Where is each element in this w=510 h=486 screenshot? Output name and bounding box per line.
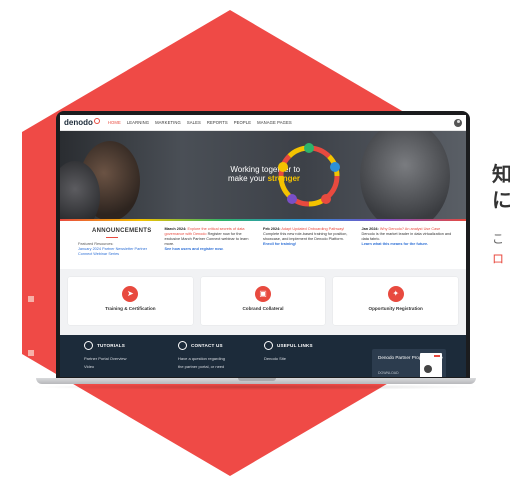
card-label: Training & Certification <box>105 306 156 311</box>
program-guide-card[interactable]: Denodo Partner Program Guide DOWNLOAD <box>372 349 446 377</box>
decor-square <box>28 350 34 356</box>
nav-item-reports[interactable]: REPORTS <box>207 120 228 125</box>
announcement-date: March 2024: <box>164 227 187 231</box>
card-label: Opportunity Registration <box>368 306 423 311</box>
laptop-screen: denodo HOME LEARNING MARKETING SALES REP… <box>60 115 466 377</box>
guide-cover-image <box>420 353 442 377</box>
announcements-title: ANNOUNCEMENTS <box>92 228 152 234</box>
footer-link[interactable]: Partner Portal Overview <box>84 356 126 361</box>
footer-useful-links: USEFUL LINKS Denodo Site <box>264 341 313 361</box>
laptop-shadow <box>30 384 482 390</box>
briefcase-icon: ▣ <box>255 286 271 302</box>
play-icon <box>84 341 93 350</box>
footer-link[interactable]: Video <box>84 364 126 369</box>
announcement-headline[interactable]: Why Denodo? An analyst Use Case <box>380 227 440 231</box>
people-circle-graphic <box>278 143 340 207</box>
featured-link[interactable]: January 2024 Partner Newsletter Partner … <box>78 247 159 257</box>
announcement-item: Feb 2024: Adapt Updated Onboarding Pathw… <box>263 227 362 269</box>
footer-text: Have a question regarding <box>178 356 225 361</box>
footer-tutorials: TUTORIALS Partner Portal Overview Video <box>84 341 126 369</box>
hero-color-bar <box>60 219 466 221</box>
announcements-section: ANNOUNCEMENTS Featured Resources: Januar… <box>60 221 466 269</box>
logo-text: denodo <box>64 118 93 127</box>
nav-item-people[interactable]: PEOPLE <box>234 120 251 125</box>
announcement-body: Denodo is the market leader in data virt… <box>361 232 452 241</box>
nav-item-sales[interactable]: SALES <box>187 120 201 125</box>
announcement-link[interactable]: Learn what this means for the future. <box>362 242 455 247</box>
footer-heading: USEFUL LINKS <box>277 343 313 348</box>
decor-square <box>28 296 34 302</box>
hero-banner: Working together to make your stronger <box>60 131 466 221</box>
logo-mark-icon <box>93 117 100 124</box>
guide-download-link[interactable]: DOWNLOAD <box>378 371 399 375</box>
footer-contact: CONTACT US Have a question regarding the… <box>178 341 225 369</box>
headset-icon <box>178 341 187 350</box>
stage: 知 に こ ロ denodo HOME LEARNING MARKETING S… <box>0 0 510 486</box>
footer-heading: TUTORIALS <box>97 343 126 348</box>
card-training-certification[interactable]: ➤ Training & Certification <box>68 277 193 325</box>
nav-item-marketing[interactable]: MARKETING <box>155 120 181 125</box>
card-opportunity-registration[interactable]: ✦ Opportunity Registration <box>333 277 459 325</box>
announcement-link[interactable]: See how users and register now. <box>165 247 258 252</box>
footer-link[interactable]: Denodo Site <box>264 356 313 361</box>
side-subtitle: こ <box>492 232 505 246</box>
user-icon[interactable] <box>454 118 462 127</box>
denodo-logo[interactable]: denodo <box>64 117 100 127</box>
announcement-date: Feb 2024: <box>263 227 281 231</box>
nav-item-home[interactable]: HOME <box>108 120 121 125</box>
footer-heading: CONTACT US <box>191 343 223 348</box>
hero-photo-person <box>360 131 450 221</box>
announcements-intro: ANNOUNCEMENTS Featured Resources: Januar… <box>66 227 165 269</box>
nav-item-manage-pages[interactable]: MANAGE PAGES <box>257 120 292 125</box>
announcement-item: March 2024: Explore the critical secrets… <box>165 227 264 269</box>
announcement-item: Jan 2024: Why Denodo? An analyst Use Cas… <box>362 227 461 269</box>
side-link[interactable]: ロ <box>492 250 504 267</box>
announcement-body: Complete this new role-based training fo… <box>263 232 348 241</box>
laptop-notch <box>238 378 276 381</box>
rocket-icon: ➤ <box>122 286 139 302</box>
announcements-divider <box>106 237 118 238</box>
nav-item-learning[interactable]: LEARNING <box>127 120 149 125</box>
side-title: 知 に <box>492 164 510 212</box>
announcement-headline[interactable]: Adapt Updated Onboarding Pathway! <box>281 227 344 231</box>
announcement-date: Jan 2024: <box>361 227 379 231</box>
card-cobrand-collateral[interactable]: ▣ Cobrand Collateral <box>200 277 326 325</box>
card-label: Cobrand Collateral <box>242 306 284 311</box>
footer: TUTORIALS Partner Portal Overview Video … <box>60 335 466 377</box>
globe-icon <box>264 341 273 350</box>
top-nav: denodo HOME LEARNING MARKETING SALES REP… <box>60 115 466 131</box>
announcement-link[interactable]: Enroll for training! <box>263 242 356 247</box>
footer-text: the partner portal, or need <box>178 364 225 369</box>
featured-resources: Featured Resources: January 2024 Partner… <box>78 242 159 257</box>
laptop-frame: denodo HOME LEARNING MARKETING SALES REP… <box>56 111 470 379</box>
quick-links: ➤ Training & Certification ▣ Cobrand Col… <box>60 269 466 335</box>
handshake-icon: ✦ <box>387 286 404 302</box>
